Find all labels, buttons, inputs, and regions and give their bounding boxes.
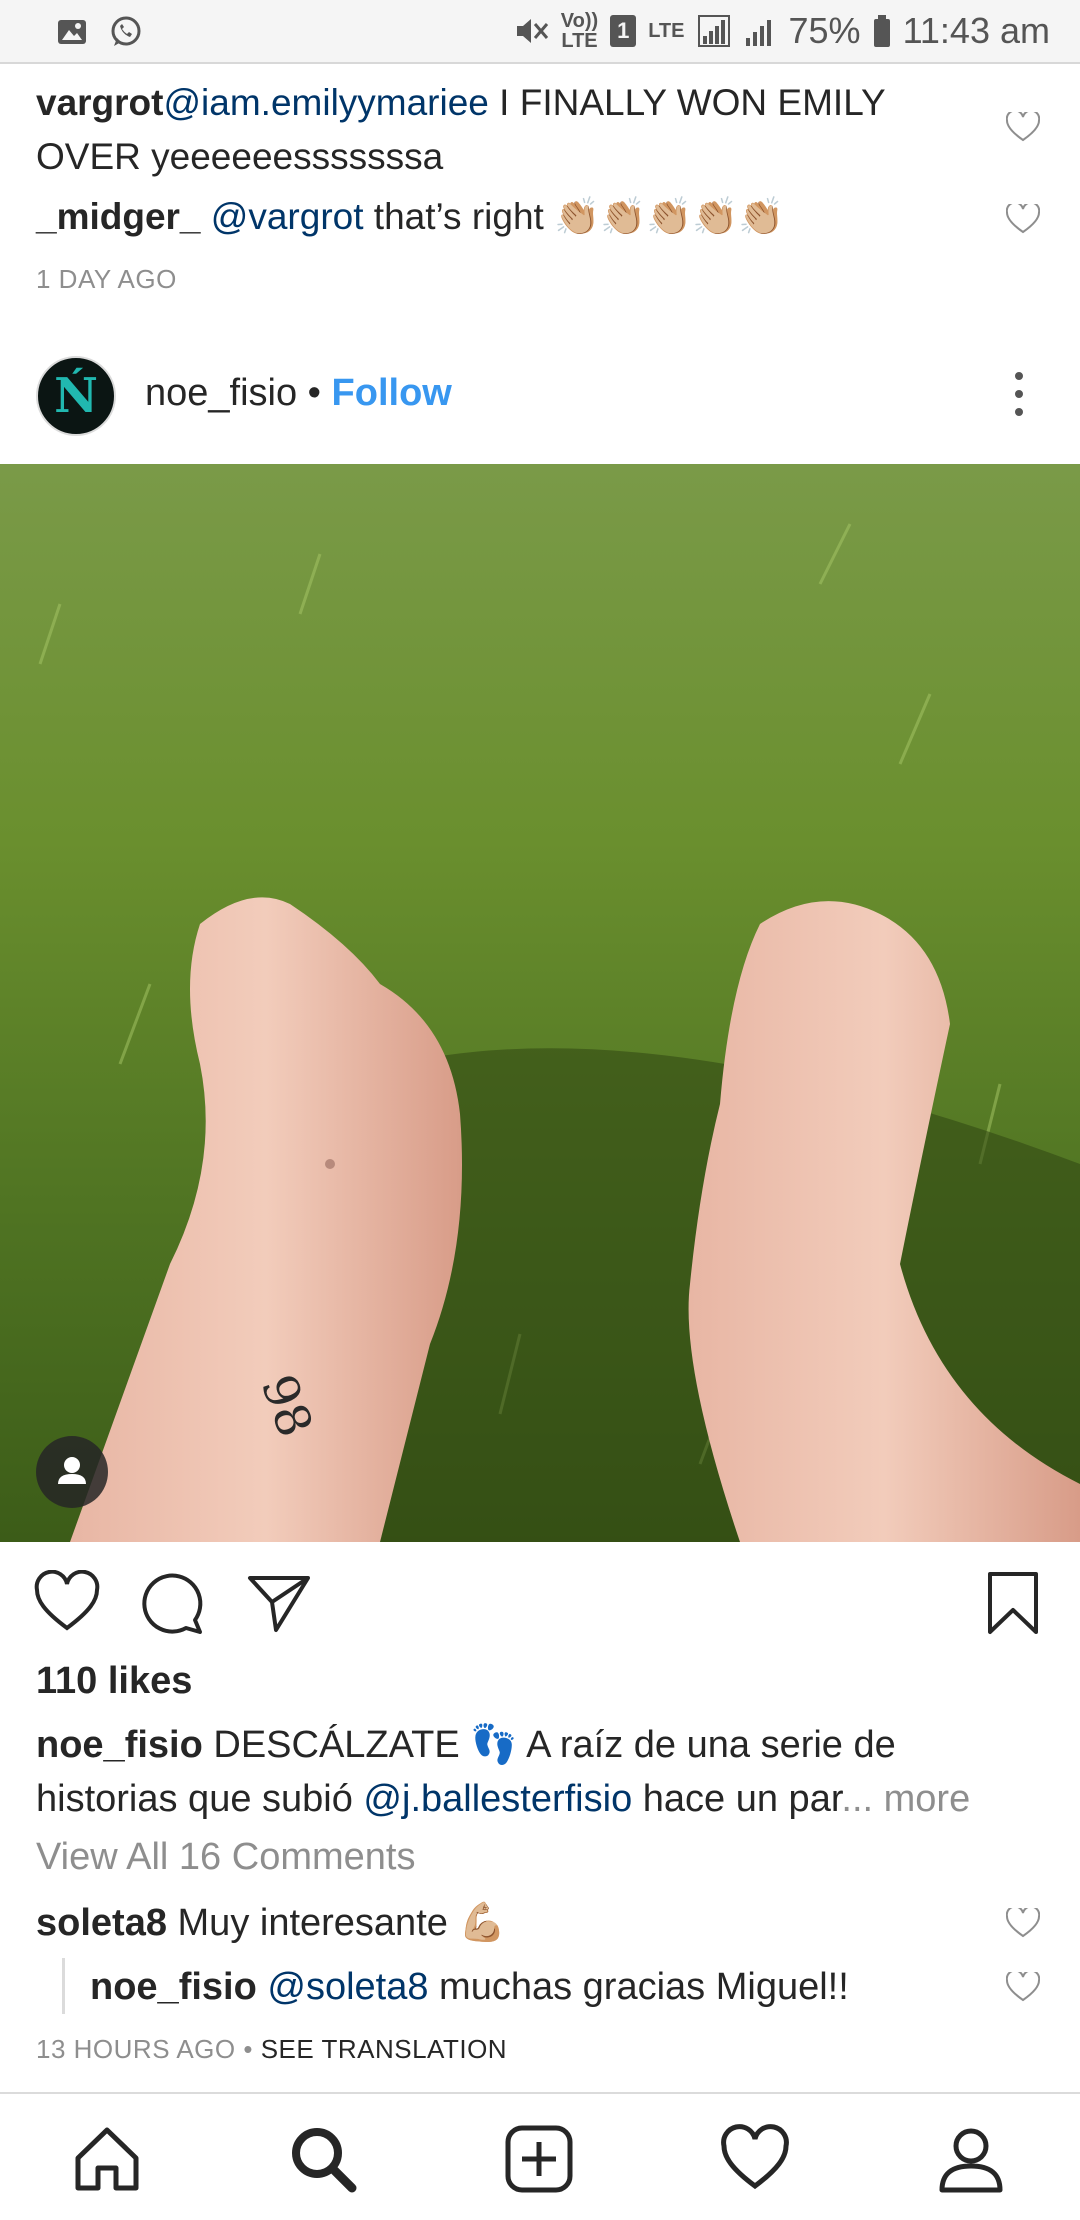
- search-icon[interactable]: [288, 2124, 358, 2194]
- user-tags-button[interactable]: [36, 1436, 108, 1508]
- follow-button[interactable]: Follow: [332, 372, 452, 414]
- comment-username[interactable]: vargrot: [36, 82, 163, 123]
- caption-text: DESCÁLZATE: [202, 1724, 471, 1766]
- battery-percent: 75%: [788, 10, 861, 51]
- gallery-icon: [58, 20, 86, 44]
- comment-timestamp: 1 DAY AGO: [36, 264, 177, 294]
- comment-midger: _midger_ @vargrot that’s right 👏🏼👏🏼👏🏼👏🏼👏…: [36, 190, 976, 244]
- mute-icon: [516, 19, 548, 43]
- comment-mention[interactable]: @soleta8: [267, 1966, 428, 2008]
- more-options-icon[interactable]: [1014, 370, 1024, 418]
- follow-separator: •: [297, 372, 332, 414]
- likes-count[interactable]: 110 likes: [36, 1660, 192, 1703]
- post-caption: noe_fisio DESCÁLZATE 👣 A raíz de una ser…: [36, 1718, 1046, 1826]
- activity-heart-icon[interactable]: [720, 2124, 790, 2194]
- post-avatar[interactable]: Ń: [36, 356, 116, 436]
- post-photo-feet: 98: [0, 464, 1080, 1542]
- bottom-navigation: [0, 2092, 1080, 2220]
- post-actions: [0, 1570, 1080, 1640]
- post-timestamp: 13 HOURS AGO • SEE TRANSLATION: [36, 2034, 508, 2064]
- like-heart-icon[interactable]: [34, 1570, 100, 1636]
- caption-mention[interactable]: @j.ballesterfisio: [363, 1778, 632, 1820]
- reply-thread-line: [62, 1958, 65, 2014]
- clap-emoji: 👏🏼👏🏼👏🏼👏🏼👏🏼: [554, 196, 785, 237]
- whatsapp-icon: [111, 16, 141, 46]
- sim-indicator: 1: [610, 15, 637, 47]
- lte-indicator: LTE: [648, 20, 685, 42]
- comment-username[interactable]: soleta8: [36, 1902, 167, 1944]
- comment-text: Muy interesante: [166, 1902, 459, 1944]
- post-header: Ń noe_fisio • Follow: [0, 340, 1080, 464]
- volte-indicator: Vo)) LTE: [560, 10, 599, 52]
- caption-text-2: A raíz de una serie de: [517, 1724, 896, 1766]
- caption-text-3: historias que subió: [36, 1778, 364, 1820]
- battery-icon: [873, 15, 890, 47]
- share-send-icon[interactable]: [246, 1570, 312, 1636]
- comment-username[interactable]: noe_fisio: [90, 1966, 257, 2008]
- comment-mention[interactable]: @iam.emilyymariee: [163, 82, 488, 123]
- comment-soleta8: soleta8 Muy interesante 💪🏼: [36, 1896, 976, 1950]
- muscle-emoji: 💪🏼: [458, 1902, 506, 1944]
- comment-mention[interactable]: @vargrot: [211, 196, 364, 237]
- caption-username[interactable]: noe_fisio: [36, 1724, 203, 1766]
- home-icon[interactable]: [72, 2124, 142, 2194]
- bookmark-icon[interactable]: [980, 1570, 1046, 1636]
- comment-vargrot: vargrot@iam.emilyymariee I FINALLY WON E…: [36, 76, 976, 184]
- clock: 11:43 am: [902, 10, 1050, 51]
- comment-text: that’s right: [363, 196, 555, 237]
- caption-text-4: hace un par: [632, 1778, 842, 1820]
- comment-bubble-icon[interactable]: [140, 1570, 206, 1636]
- view-all-comments-link[interactable]: View All 16 Comments: [36, 1836, 415, 1879]
- profile-icon[interactable]: [936, 2124, 1006, 2194]
- comment-text: I FINALLY WON EMILY: [488, 82, 886, 123]
- see-translation-link[interactable]: SEE TRANSLATION: [261, 2034, 507, 2064]
- person-icon: [58, 1457, 86, 1484]
- footprints-emoji: 👣: [470, 1724, 518, 1766]
- signal-2-icon: [745, 20, 771, 46]
- add-post-icon[interactable]: [504, 2124, 574, 2194]
- post-username[interactable]: noe_fisio: [145, 372, 297, 414]
- comment-text: muchas gracias Miguel!!: [428, 1966, 849, 2008]
- signal-1-icon: [697, 15, 730, 47]
- comment-like-heart-icon[interactable]: [1006, 1972, 1040, 2002]
- post-photo[interactable]: 98: [0, 464, 1080, 1542]
- comment-reply-noe-fisio: noe_fisio @soleta8 muchas gracias Miguel…: [90, 1960, 1030, 2014]
- comment-username[interactable]: _midger_: [36, 196, 201, 237]
- post-author: noe_fisio • Follow: [145, 372, 452, 415]
- comment-like-heart-icon[interactable]: [1006, 1908, 1040, 1938]
- comment-like-heart-icon[interactable]: [1006, 204, 1040, 234]
- comment-like-heart-icon[interactable]: [1006, 112, 1040, 142]
- comment-text-line2: OVER yeeeeeesssssssa: [36, 136, 444, 177]
- caption-more-link[interactable]: ... more: [841, 1778, 970, 1820]
- status-bar: Vo)) LTE 1 LTE 75% 11:43 am: [0, 0, 1080, 64]
